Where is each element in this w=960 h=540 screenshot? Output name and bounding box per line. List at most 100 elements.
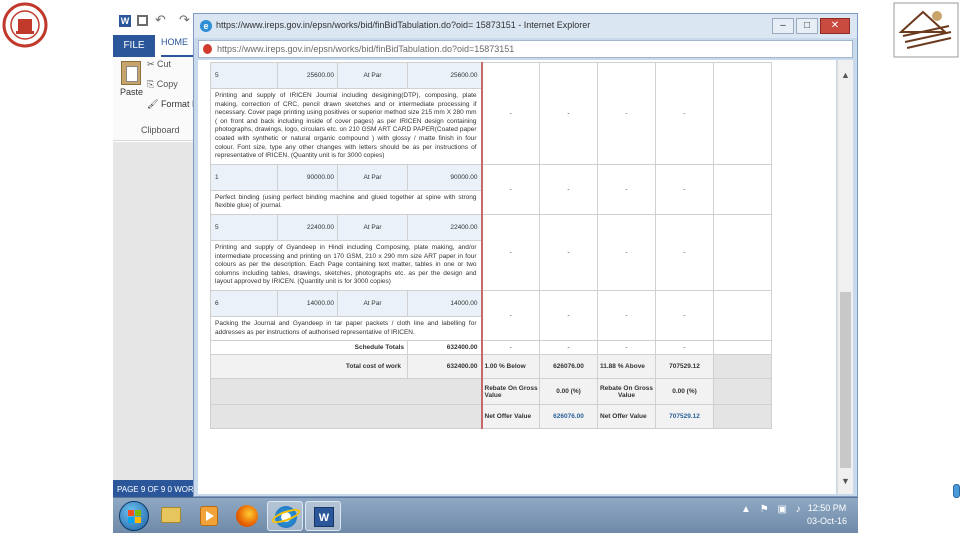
cut-label: Cut <box>157 59 172 69</box>
item-amount: 22400.00 <box>407 213 482 241</box>
bidder2-rebate-value: 0.00 (%) <box>655 378 714 406</box>
schedule-totals-row: Schedule Totals 632400.00- - - - <box>210 340 772 356</box>
address-url[interactable]: https://www.ireps.gov.in/epsn/works/bid/… <box>217 44 514 54</box>
item-description: Packing the Journal and Gyandeep in tar … <box>210 315 482 342</box>
word-app-icon: W <box>119 15 131 27</box>
document-area[interactable] <box>113 142 203 480</box>
scrollbar-thumb[interactable] <box>840 292 851 468</box>
bidder2-rebate-label: Rebate On Gross Value <box>597 378 656 406</box>
schedule-totals-value: 632400.00 <box>407 340 482 356</box>
total-cost-value: 632400.00 <box>407 354 482 380</box>
show-hidden-icons-icon[interactable]: ▲ <box>741 504 751 515</box>
redo-icon[interactable]: ↷ <box>179 12 190 28</box>
taskbar-word-button[interactable]: W <box>305 501 341 531</box>
network-icon[interactable]: ▣ <box>777 504 786 515</box>
gap-cell <box>713 404 772 430</box>
item-amount: 25600.00 <box>407 62 482 89</box>
taskbar: W ▲ ⚑ ▣ ♪ 12:50 PM 03-Oct-16 <box>113 497 858 533</box>
close-button[interactable]: ✕ <box>820 18 850 34</box>
clipboard-group-label: Clipboard <box>141 125 180 135</box>
item-at-par: At Par <box>337 213 408 241</box>
bidder1-net-offer-label: Net Offer Value <box>480 404 540 430</box>
ribbon-tabs: FILE HOME <box>113 35 203 57</box>
bid-cell: - <box>480 62 540 165</box>
taskbar-ie-button[interactable] <box>267 501 303 531</box>
clock-date: 03-Oct-16 <box>806 516 848 526</box>
folder-icon <box>161 507 181 523</box>
save-icon[interactable] <box>137 15 148 26</box>
bid-cell: - <box>597 213 656 291</box>
bid-tabulation-table: 5 25600.00 At Par 25600.00- - - - Printing and … <box>210 62 772 430</box>
bid-cell: - <box>480 163 540 215</box>
tab-file[interactable]: FILE <box>113 35 155 57</box>
gap-cell <box>713 378 772 406</box>
schedule-bid-cell: - <box>655 340 714 356</box>
paste-button-label[interactable]: Paste <box>120 87 143 97</box>
schedule-totals-label: Schedule Totals <box>210 340 408 356</box>
indian-railways-logo <box>2 2 48 48</box>
bidder2-net-offer-label: Net Offer Value <box>597 404 656 430</box>
item-rate: 14000.00 <box>277 289 338 317</box>
side-widget-icon[interactable] <box>953 484 960 498</box>
taskbar-media-player-button[interactable] <box>191 501 227 531</box>
scroll-up-arrow-icon[interactable]: ▲ <box>841 70 850 80</box>
start-button[interactable] <box>119 501 149 531</box>
minimize-button[interactable]: – <box>772 18 794 34</box>
item-row: 5 25600.00 At Par 25600.00- - - - <box>210 62 772 165</box>
bid-cell: - <box>655 62 714 165</box>
vertical-scrollbar[interactable]: ▲ ▼ <box>837 60 853 494</box>
site-icon <box>203 44 212 54</box>
gap-cell <box>713 62 772 165</box>
item-description: Perfect binding (using perfect binding m… <box>210 189 482 215</box>
schedule-bid-cell: - <box>597 340 656 356</box>
bidder1-percent: 1.00 % Below <box>480 354 540 380</box>
item-rate: 25600.00 <box>277 62 338 89</box>
schedule-bid-cell: - <box>480 340 540 356</box>
ie-window-title: https://www.ireps.gov.in/epsn/works/bid/… <box>216 20 591 30</box>
action-center-flag-icon[interactable]: ⚑ <box>760 504 769 515</box>
gap-cell <box>713 213 772 291</box>
iricen-logo <box>893 2 959 58</box>
item-rate: 22400.00 <box>277 213 338 241</box>
total-cost-row: Total cost of work 632400.00 1.00 % Below 6… <box>210 354 772 380</box>
copy-button[interactable]: ⎘ Copy <box>147 79 178 90</box>
bidder1-net-offer-value: 626076.00 <box>539 404 598 430</box>
maximize-button[interactable]: □ <box>796 18 818 34</box>
undo-icon[interactable]: ↶ <box>155 12 166 28</box>
item-qty: 5 <box>210 213 278 241</box>
bid-cell: - <box>597 289 656 342</box>
blank-cell <box>210 404 482 430</box>
copy-label: Copy <box>156 79 178 89</box>
item-description: Printing and supply of Gyandeep in Hindi… <box>210 239 482 291</box>
bidder1-rebate-label: Rebate On Gross Value <box>480 378 540 406</box>
scroll-down-arrow-icon[interactable]: ▼ <box>841 476 850 486</box>
bidder2-value: 707529.12 <box>655 354 714 380</box>
gap-cell <box>713 163 772 215</box>
bid-cell: - <box>539 163 598 215</box>
paste-icon[interactable] <box>121 61 141 85</box>
address-bar[interactable]: https://www.ireps.gov.in/epsn/works/bid/… <box>198 40 853 58</box>
word-window: W ↶ ↷ FILE HOME Paste ✂ Cut ⎘ Copy 🖌 For… <box>113 10 203 500</box>
ie-title-bar[interactable]: e https://www.ireps.gov.in/epsn/works/bi… <box>194 14 857 38</box>
schedule-bid-cell: - <box>539 340 598 356</box>
item-row: 6 14000.00 At Par 14000.00- - - - <box>210 289 772 342</box>
gap-cell <box>713 340 772 356</box>
item-qty: 1 <box>210 163 278 191</box>
item-amount: 14000.00 <box>407 289 482 317</box>
ribbon-clipboard-group: Paste ✂ Cut ⎘ Copy 🖌 Format Pa Clipboard <box>113 57 203 141</box>
system-tray: ▲ ⚑ ▣ ♪ <box>741 504 807 515</box>
rebate-row: Rebate On Gross Value 0.00 (%) Rebate On G… <box>210 378 772 406</box>
item-at-par: At Par <box>337 289 408 317</box>
taskbar-explorer-button[interactable] <box>153 501 189 531</box>
firefox-icon <box>236 505 258 527</box>
cut-button[interactable]: ✂ Cut <box>147 59 171 70</box>
item-row: 5 22400.00 At Par 22400.00- - - - <box>210 213 772 291</box>
gap-cell <box>713 289 772 342</box>
bid-cell: - <box>480 289 540 342</box>
taskbar-clock[interactable]: 12:50 PM 03-Oct-16 <box>799 502 855 528</box>
taskbar-firefox-button[interactable] <box>229 501 265 531</box>
bidder1-value: 626076.00 <box>539 354 598 380</box>
bid-cell: - <box>539 289 598 342</box>
word-icon: W <box>314 507 334 527</box>
bidder2-percent: 11.88 % Above <box>597 354 656 380</box>
